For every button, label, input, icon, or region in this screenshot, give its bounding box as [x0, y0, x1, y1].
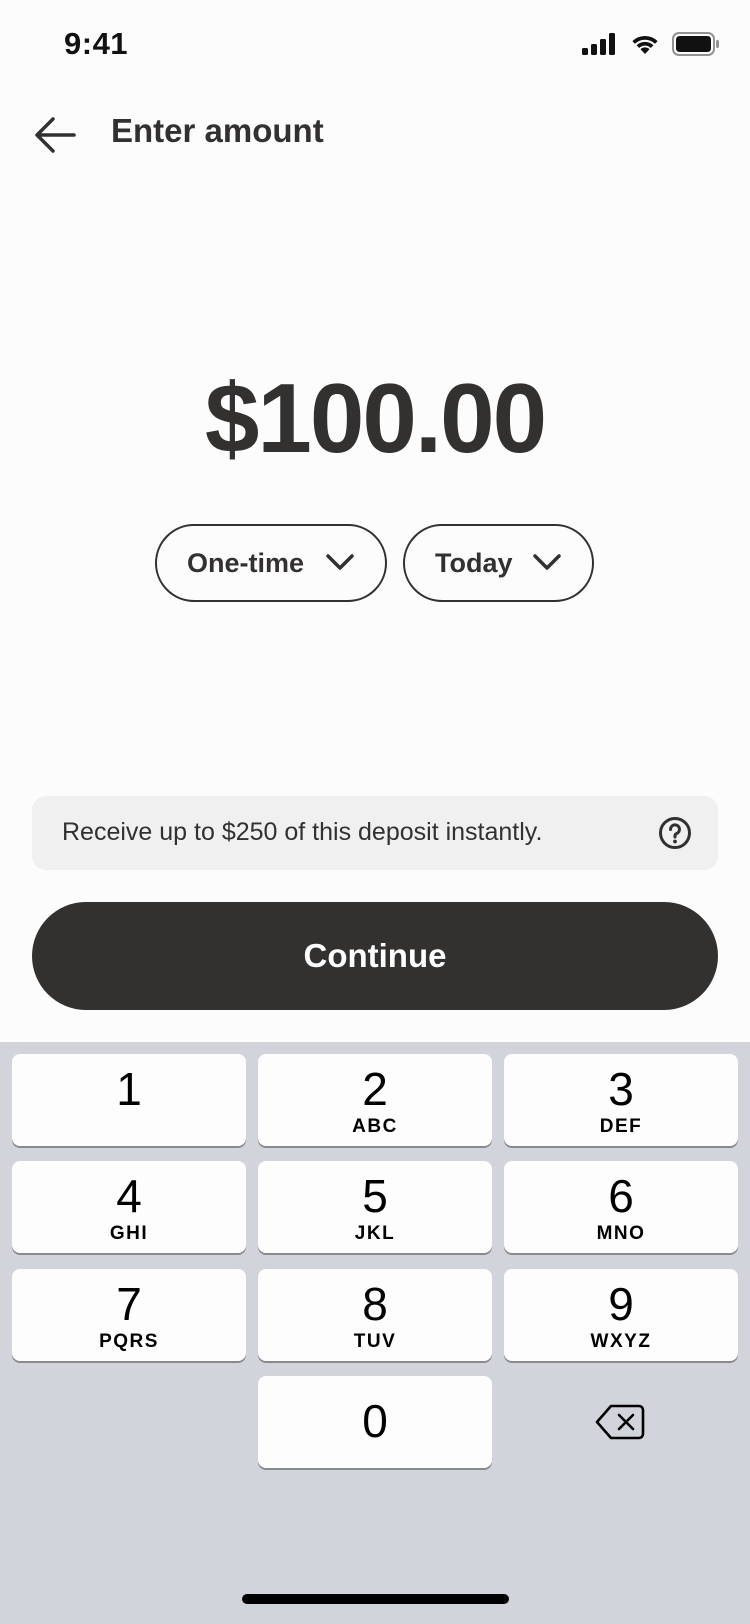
key-digit: 2	[362, 1063, 388, 1115]
status-time: 9:41	[64, 26, 129, 61]
page-title: Enter amount	[111, 112, 324, 149]
wifi-icon	[632, 35, 658, 54]
date-label: Today	[435, 547, 513, 578]
amount-display: $100.00	[204, 363, 547, 473]
back-button[interactable]	[30, 112, 80, 158]
chevron-down-icon	[533, 554, 561, 570]
key-letters: WXYZ	[590, 1331, 652, 1352]
key-digit: 8	[362, 1278, 388, 1330]
key-3[interactable]: 3 DEF	[504, 1054, 738, 1146]
arrow-left-icon	[35, 117, 76, 153]
key-digit: 3	[608, 1063, 634, 1115]
key-2[interactable]: 2 ABC	[258, 1054, 492, 1146]
frequency-label: One-time	[187, 547, 305, 578]
key-letters: ABC	[352, 1116, 398, 1137]
key-letters: DEF	[599, 1116, 643, 1137]
key-7[interactable]: 7 PQRS	[12, 1269, 246, 1361]
battery-icon	[672, 32, 719, 56]
frequency-dropdown[interactable]: One-time	[155, 524, 387, 602]
key-6[interactable]: 6 MNO	[504, 1161, 738, 1253]
key-letters: TUV	[353, 1331, 397, 1352]
key-4[interactable]: 4 GHI	[12, 1161, 246, 1253]
backspace-icon	[595, 1404, 645, 1440]
key-digit: 1	[116, 1063, 142, 1115]
key-digit: 6	[608, 1170, 634, 1222]
status-icons	[582, 32, 720, 56]
key-digit: 4	[116, 1170, 142, 1222]
key-digit: 0	[362, 1395, 388, 1447]
key-1[interactable]: 1	[12, 1054, 246, 1146]
delete-key[interactable]	[503, 1376, 737, 1468]
home-indicator	[242, 1594, 509, 1604]
key-0[interactable]: 0	[258, 1376, 492, 1468]
info-text: Receive up to $250 of this deposit insta…	[62, 818, 543, 846]
key-letters: PQRS	[99, 1331, 159, 1352]
key-letters: MNO	[596, 1223, 646, 1244]
key-5[interactable]: 5 JKL	[258, 1161, 492, 1253]
header: Enter amount	[0, 100, 750, 170]
key-letters: JKL	[354, 1223, 396, 1244]
key-digit: 7	[116, 1278, 142, 1330]
question-circle-icon[interactable]	[658, 816, 692, 850]
status-bar: 9:41	[0, 0, 750, 90]
chevron-down-icon	[326, 554, 354, 570]
key-8[interactable]: 8 TUV	[258, 1269, 492, 1361]
key-digit: 9	[608, 1278, 634, 1330]
key-9[interactable]: 9 WXYZ	[504, 1269, 738, 1361]
key-digit: 5	[362, 1170, 388, 1222]
cellular-signal-icon	[582, 33, 615, 55]
continue-button[interactable]: Continue	[32, 902, 718, 1010]
key-letters: GHI	[109, 1223, 149, 1244]
date-dropdown[interactable]: Today	[403, 524, 594, 602]
instant-deposit-info: Receive up to $250 of this deposit insta…	[32, 796, 718, 870]
